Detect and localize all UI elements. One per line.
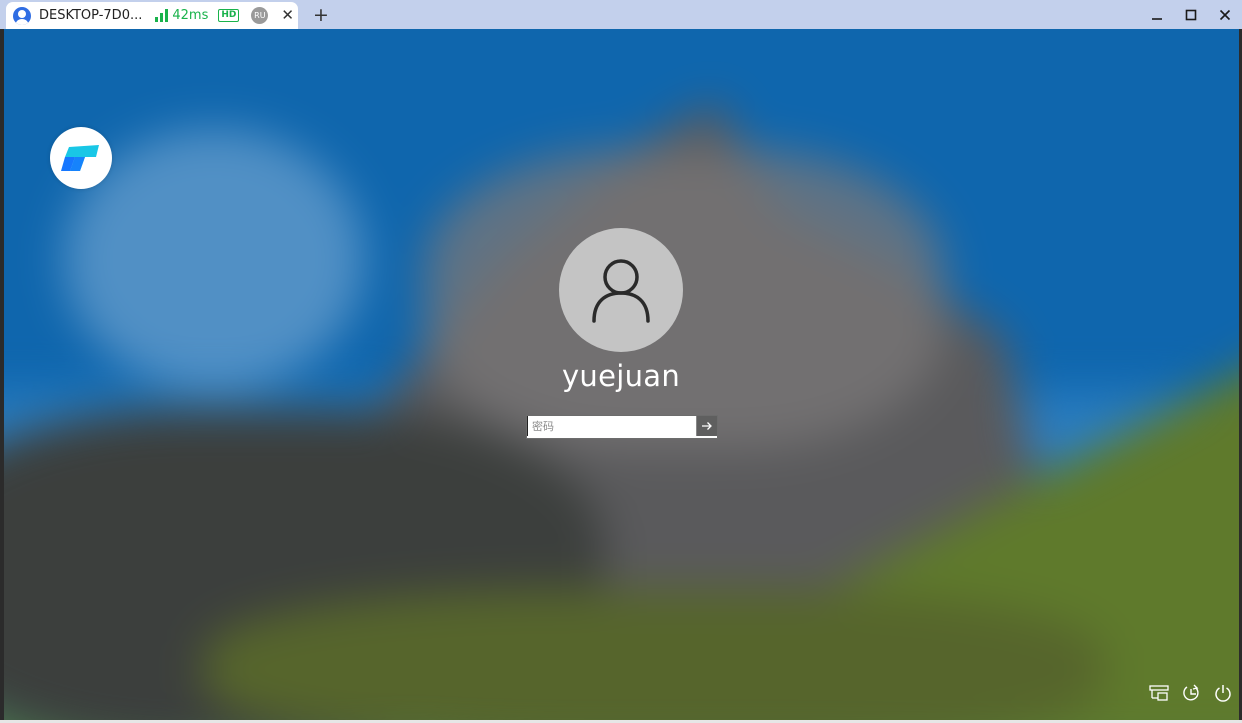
password-input[interactable] [527, 416, 696, 436]
language-badge[interactable]: RU [251, 7, 269, 24]
power-button[interactable] [1207, 681, 1239, 705]
hd-quality-badge[interactable]: HD [218, 9, 240, 22]
user-silhouette-icon [592, 259, 650, 323]
user-avatar [559, 228, 683, 352]
todesk-logo-icon [50, 127, 112, 189]
maximize-button[interactable] [1174, 0, 1208, 29]
close-tab-icon[interactable]: ✕ [281, 8, 294, 23]
power-icon [1215, 685, 1231, 702]
network-button[interactable] [1143, 681, 1175, 705]
user-avatar-icon [13, 6, 31, 25]
new-tab-button[interactable]: + [313, 4, 329, 26]
signal-bars-icon [155, 9, 169, 22]
minimize-button[interactable] [1140, 0, 1174, 29]
remote-lock-screen[interactable]: yuejuan [4, 29, 1239, 720]
password-field [526, 415, 718, 439]
window-frame-left [0, 29, 4, 723]
window-controls [1140, 0, 1242, 29]
lockscreen-tray [1143, 681, 1239, 705]
submit-login-button[interactable] [696, 416, 717, 436]
network-icon [1149, 685, 1169, 701]
tab-title: DESKTOP-7D0... [39, 8, 143, 23]
arrow-right-icon [702, 422, 712, 430]
maximize-icon [1185, 9, 1197, 20]
ease-of-access-icon [1183, 684, 1199, 701]
close-window-button[interactable] [1208, 0, 1242, 29]
title-bar: DESKTOP-7D0... 42ms HD RU ✕ + [0, 0, 1242, 30]
ease-of-access-button[interactable] [1175, 681, 1207, 705]
username-label: yuejuan [561, 359, 681, 393]
minimize-icon [1152, 17, 1162, 20]
latency-label: 42ms [172, 8, 209, 23]
close-icon [1219, 9, 1231, 20]
session-tab[interactable]: DESKTOP-7D0... 42ms HD RU ✕ [6, 2, 298, 29]
